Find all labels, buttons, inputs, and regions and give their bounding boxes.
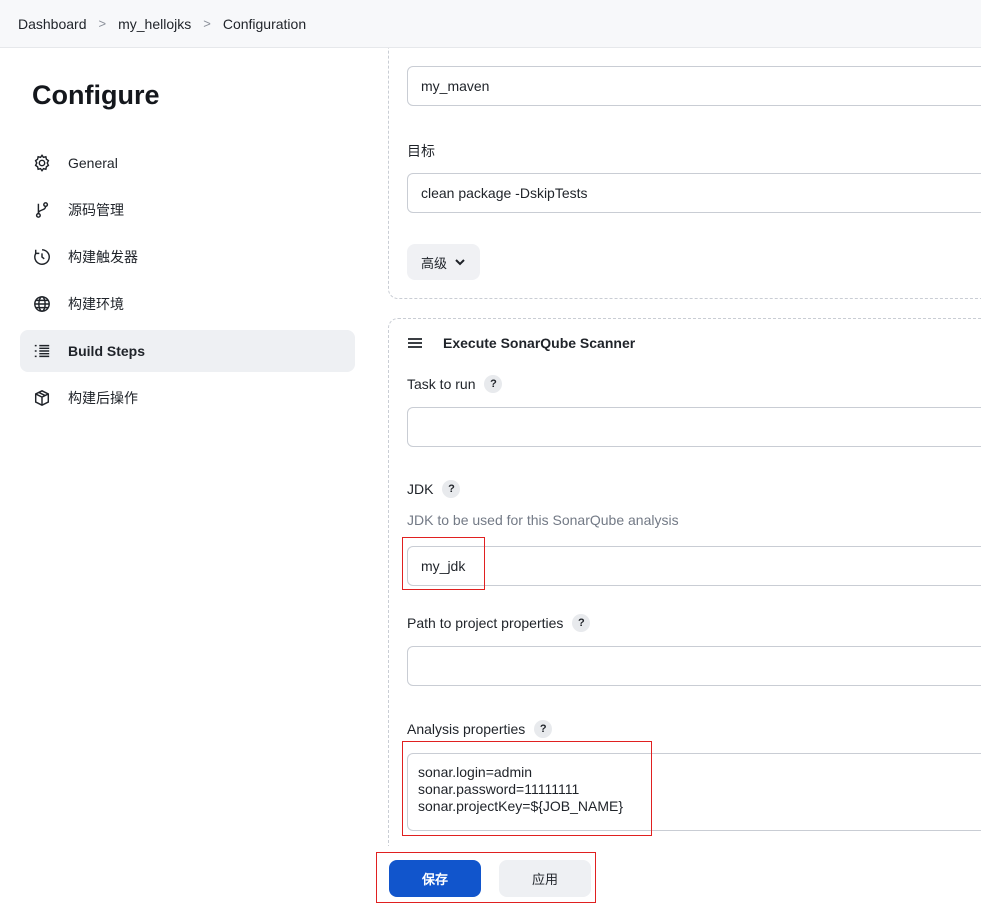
- sidebar-item-post-build[interactable]: 构建后操作: [20, 377, 355, 419]
- sonar-step-header: Execute SonarQube Scanner: [407, 335, 635, 351]
- config-main: my_maven 目标 clean package -DskipTests 高级…: [370, 48, 981, 907]
- analysis-line: sonar.projectKey=${JOB_NAME}: [418, 798, 624, 814]
- drag-handle-icon[interactable]: [407, 335, 423, 351]
- path-input[interactable]: [407, 646, 981, 686]
- sidebar-nav: General 源码管理 构建触发器 构建环境 Build Steps 构建后操…: [20, 142, 355, 424]
- action-bar: 保存 应用: [370, 846, 981, 907]
- goals-label: 目标: [407, 143, 435, 159]
- task-input[interactable]: [407, 407, 981, 447]
- chevron-down-icon: [455, 259, 465, 266]
- analysis-label-text: Analysis properties: [407, 721, 526, 737]
- goals-input[interactable]: clean package -DskipTests: [407, 173, 981, 213]
- branch-icon: [32, 200, 52, 220]
- jdk-description: JDK to be used for this SonarQube analys…: [407, 512, 679, 528]
- sonar-step-title: Execute SonarQube Scanner: [443, 335, 636, 351]
- timer-icon: [32, 247, 52, 267]
- advanced-label: 高级: [421, 255, 448, 271]
- jdk-select[interactable]: my_jdk: [407, 546, 981, 586]
- analysis-line: sonar.password=11111111: [418, 781, 580, 797]
- page-title: Configure: [32, 80, 160, 110]
- sidebar-item-scm[interactable]: 源码管理: [20, 189, 355, 231]
- path-label-text: Path to project properties: [407, 615, 564, 631]
- sidebar-item-label: General: [68, 155, 118, 171]
- package-icon: [32, 388, 52, 408]
- analysis-line: sonar.login=admin: [418, 764, 533, 780]
- sidebar-item-environment[interactable]: 构建环境: [20, 283, 355, 325]
- save-button[interactable]: 保存: [389, 860, 481, 897]
- analysis-properties-textarea[interactable]: sonar.login=admin sonar.password=1111111…: [407, 753, 981, 831]
- globe-icon: [32, 294, 52, 314]
- sidebar-item-label: 构建触发器: [68, 249, 138, 265]
- help-icon[interactable]: ?: [484, 375, 503, 393]
- advanced-button[interactable]: 高级: [407, 244, 481, 280]
- sidebar-item-label: Build Steps: [68, 343, 146, 359]
- gear-icon: [32, 153, 52, 173]
- jdk-label-text: JDK: [407, 481, 434, 497]
- help-icon[interactable]: ?: [572, 614, 591, 632]
- breadcrumb-job[interactable]: my_hellojks: [118, 16, 191, 32]
- task-label-text: Task to run: [407, 376, 476, 392]
- maven-version-input[interactable]: my_maven: [407, 66, 981, 106]
- chevron-right-icon: >: [98, 16, 107, 31]
- sidebar-item-triggers[interactable]: 构建触发器: [20, 236, 355, 278]
- list-icon: [32, 341, 52, 361]
- sidebar-item-build-steps[interactable]: Build Steps: [20, 330, 355, 372]
- sidebar-item-label: 源码管理: [68, 202, 124, 218]
- apply-button[interactable]: 应用: [499, 860, 591, 897]
- breadcrumb-dashboard[interactable]: Dashboard: [18, 16, 87, 32]
- path-label: Path to project properties ?: [407, 614, 591, 632]
- help-icon[interactable]: ?: [442, 480, 461, 498]
- help-icon[interactable]: ?: [534, 720, 553, 738]
- sidebar-item-general[interactable]: General: [20, 142, 355, 184]
- sidebar-item-label: 构建后操作: [68, 390, 138, 406]
- task-label: Task to run ?: [407, 375, 503, 393]
- jdk-label: JDK ?: [407, 480, 461, 498]
- analysis-label: Analysis properties ?: [407, 720, 553, 738]
- breadcrumb-configuration[interactable]: Configuration: [223, 16, 306, 32]
- sidebar-item-label: 构建环境: [68, 296, 124, 312]
- chevron-right-icon: >: [203, 16, 211, 31]
- breadcrumb: Dashboard > my_hellojks > Configuration: [0, 0, 981, 48]
